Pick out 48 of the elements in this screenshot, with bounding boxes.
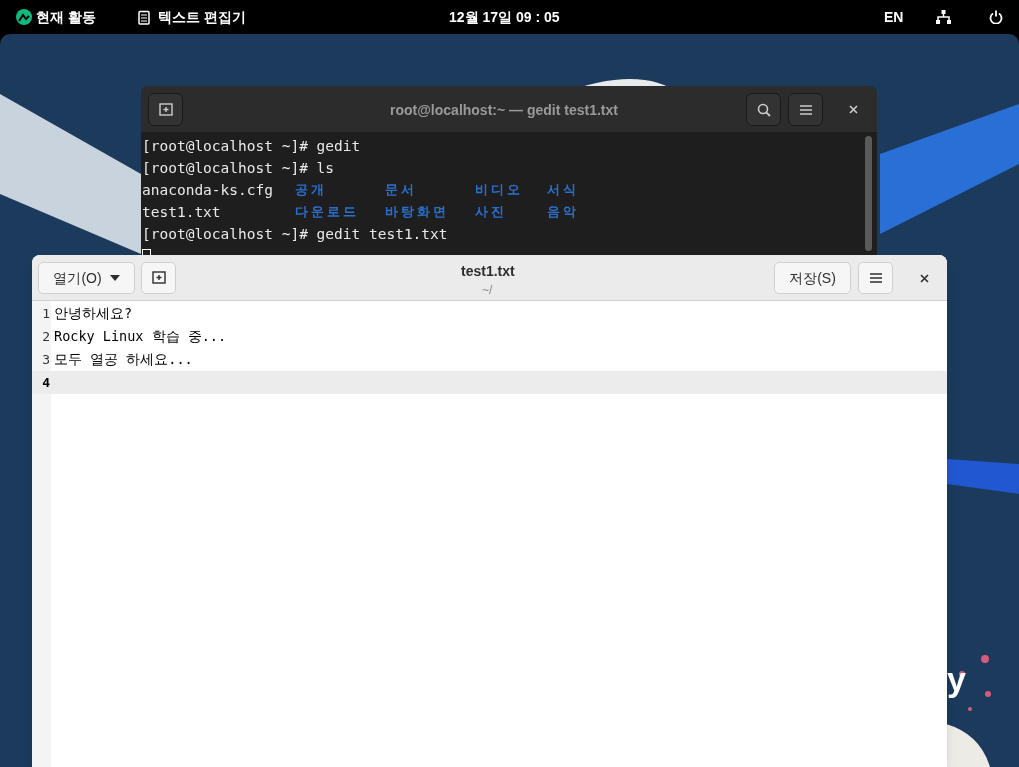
activities-button[interactable]: 현재 활동 [36, 6, 96, 28]
text-line: 안녕하세요? [54, 304, 133, 324]
wallpaper-logo-text: y [947, 662, 966, 696]
wallpaper-curve [946, 724, 990, 767]
wallpaper-stripe [947, 459, 1019, 494]
power-icon[interactable] [989, 10, 1003, 24]
search-icon [756, 102, 771, 117]
rocky-logo-icon [16, 9, 32, 25]
document-title: test1.txt [461, 262, 515, 281]
directory-name: 서식 [547, 181, 580, 199]
terminal-line: [root@localhost ~]# ls [142, 159, 336, 178]
save-button[interactable]: 저장(S) [774, 262, 851, 294]
input-source-indicator[interactable]: EN [884, 6, 904, 28]
new-document-icon [151, 271, 166, 285]
line-number: 1 [41, 304, 50, 323]
menu-icon [799, 104, 812, 115]
app-menu[interactable]: 텍스트 편집기 [157, 6, 246, 28]
open-button[interactable]: 열기(O) [38, 262, 135, 294]
terminal-line: [root@localhost ~]# gedit [142, 137, 362, 156]
menu-icon [869, 273, 882, 283]
scrollbar[interactable] [865, 136, 872, 251]
new-tab-button[interactable] [148, 93, 183, 126]
directory-name: 사진 [475, 203, 508, 221]
line-number: 2 [41, 327, 50, 346]
directory-name: 비디오 [475, 181, 524, 199]
notepad-icon [137, 9, 150, 25]
line-number: 4 [41, 373, 50, 392]
file-name: test1.txt [142, 203, 222, 222]
text-line: 모두 열공 하세요... [54, 350, 193, 370]
network-icon[interactable] [936, 10, 951, 24]
new-document-button[interactable] [141, 262, 176, 294]
close-icon[interactable] [920, 274, 929, 283]
directory-name: 음악 [547, 203, 580, 221]
directory-name: 공개 [295, 181, 328, 199]
window-title: root@localhost:~ — gedit test1.txt [390, 101, 618, 120]
line-number: 3 [41, 350, 50, 369]
document-path: ~/ [482, 282, 493, 299]
directory-name: 다운로드 [295, 203, 360, 221]
search-button[interactable] [746, 93, 781, 126]
file-name: anaconda-ks.cfg [142, 181, 274, 200]
terminal-line: [root@localhost ~]# gedit test1.txt [142, 225, 449, 244]
text-line: Rocky Linux 학습 중... [54, 327, 227, 347]
add-tab-icon [158, 102, 173, 117]
menu-button[interactable] [788, 93, 823, 126]
caret-icon [109, 275, 120, 281]
directory-name: 바탕화면 [385, 203, 450, 221]
clock[interactable]: 12월 17일 09 : 05 [449, 6, 560, 28]
directory-name: 문서 [385, 181, 418, 199]
